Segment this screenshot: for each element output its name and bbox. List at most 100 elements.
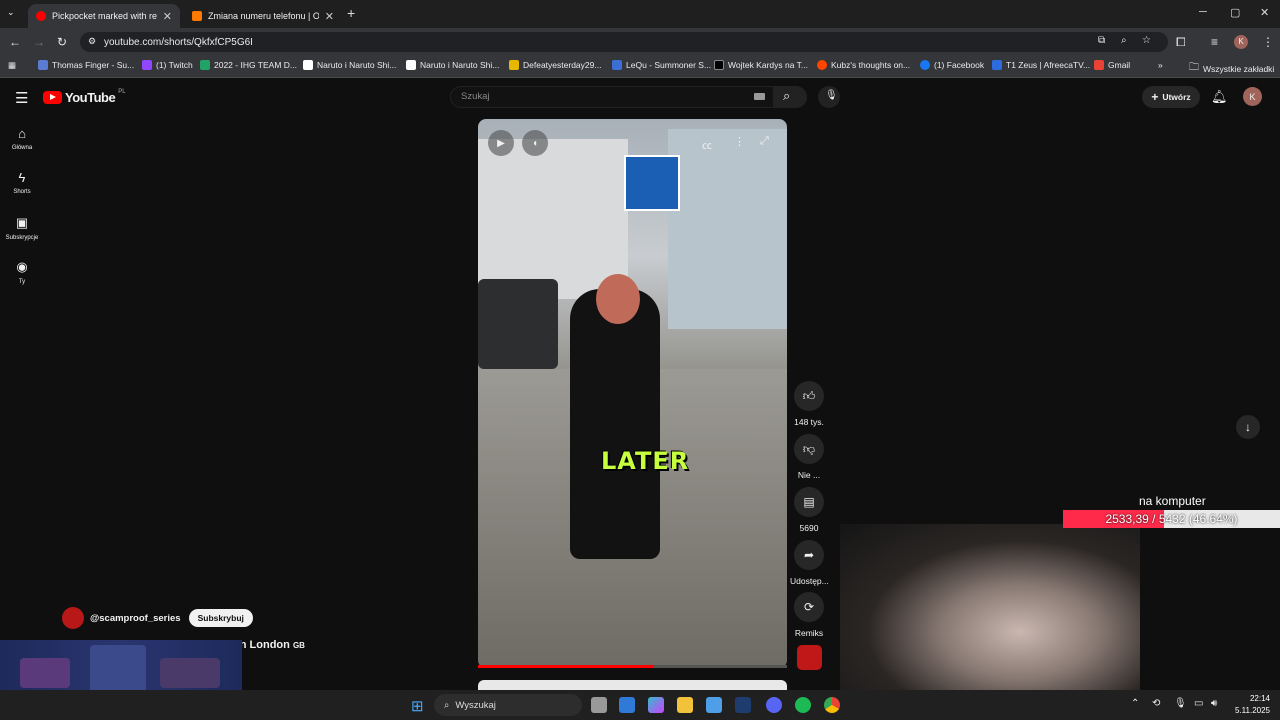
chrome-icon[interactable] (824, 697, 840, 713)
network-icon[interactable]: ▭ (1194, 698, 1203, 709)
forward-icon[interactable]: → (33, 35, 45, 49)
video-progress-bar[interactable] (478, 665, 787, 668)
share-button[interactable]: ➦ Udostęp... (790, 540, 829, 586)
tray-overflow-icon[interactable]: ⌃ (1131, 698, 1139, 709)
channel-avatar[interactable] (62, 607, 84, 629)
clock-time: 22:14 (1249, 694, 1270, 703)
search-icon: ⌕ (783, 88, 791, 103)
donation-goal-label: na komputer (1139, 494, 1206, 508)
keyboard-icon[interactable] (754, 93, 765, 100)
close-tab-icon[interactable]: ✕ (163, 10, 172, 23)
dislike-label: Nie ... (797, 470, 821, 480)
sidebar-item-you[interactable]: ◉ Ty (0, 259, 44, 285)
outlook-icon[interactable] (619, 697, 635, 713)
microsoft-store-icon[interactable] (706, 697, 722, 713)
bookmark-item[interactable]: T1 Zeus | AfreecaTV... (992, 60, 1090, 70)
search-placeholder: Szukaj (461, 91, 490, 102)
back-icon[interactable]: ← (9, 35, 21, 49)
windows-start-icon[interactable]: ⊞ (411, 697, 424, 715)
site-info-icon[interactable]: ⚙ (88, 36, 96, 47)
bookmark-item[interactable]: Kubz's thoughts on... (817, 60, 910, 70)
sidebar-item-subscriptions[interactable]: ▣ Subskrypcje (0, 215, 44, 241)
extensions-icon[interactable]: ⧠ (1176, 35, 1186, 49)
sidebar-item-home[interactable]: ⌂ Główna (0, 126, 44, 151)
search-button[interactable]: ⌕ (773, 86, 807, 108)
url-text: youtube.com/shorts/QkfxfCP5G6I (104, 36, 253, 48)
zoom-icon[interactable]: ⌕ (1121, 35, 1127, 46)
home-icon: ⌂ (18, 126, 26, 141)
like-button[interactable]: 👍︎ 148 tys. (790, 381, 828, 427)
profile-avatar[interactable]: K (1234, 35, 1248, 49)
reload-icon[interactable]: ↻ (57, 35, 67, 49)
bookmark-item[interactable]: Naruto i Naruto Shi... (406, 60, 499, 70)
notifications-bell-icon[interactable]: 🔔︎ (1211, 89, 1228, 105)
account-avatar[interactable]: K (1243, 87, 1262, 106)
volume-button[interactable]: ◖ (522, 130, 548, 156)
install-app-icon[interactable]: ⧉ (1098, 35, 1105, 46)
bookmark-item[interactable]: Defeatyesterday29... (509, 60, 601, 70)
apps-grid-icon[interactable]: ▦ (8, 60, 16, 71)
fullscreen-icon[interactable]: ⤢ (760, 135, 769, 148)
minimize-icon[interactable]: ─ (1199, 6, 1207, 18)
maximize-icon[interactable]: ▢ (1230, 6, 1240, 19)
bookmark-item[interactable]: (1) Twitch (142, 60, 193, 70)
road-sign (624, 155, 680, 211)
comments-button[interactable]: ▤ 5690 (790, 487, 828, 533)
bookmark-item[interactable]: Gmail (1094, 60, 1130, 70)
close-tab-icon[interactable]: ✕ (325, 10, 334, 23)
channel-name[interactable]: @scamproof_series (90, 613, 181, 624)
play-button[interactable]: ▶ (488, 130, 514, 156)
steam-icon[interactable] (735, 697, 751, 713)
you-icon: ◉ (16, 259, 28, 274)
taskbar-search[interactable]: ⌕ Wyszukaj (434, 694, 582, 716)
sidebar-item-shorts[interactable]: ϟ Shorts (0, 170, 44, 195)
hamburger-menu-icon[interactable]: ☰ (15, 89, 28, 107)
bookmark-item[interactable]: Thomas Finger - Su... (38, 60, 134, 70)
youtube-logo[interactable]: YouTube PL (43, 89, 126, 105)
media-control-icon[interactable]: ≡ (1211, 35, 1218, 49)
next-short-preview[interactable] (478, 680, 787, 690)
bookmark-item[interactable]: Wojtek Kardys na T... (714, 60, 808, 70)
more-options-icon[interactable]: ⋮ (734, 135, 745, 148)
folder-icon: 🗀 (1189, 62, 1199, 73)
bookmark-label: Wszystkie zakładki (1203, 63, 1275, 74)
tab-search-icon[interactable]: ⌄ (7, 7, 15, 18)
mic-icon: 🎙 (825, 90, 838, 101)
close-window-icon[interactable]: ✕ (1260, 6, 1269, 19)
remix-label: Remiks (794, 628, 824, 638)
file-explorer-icon[interactable] (677, 697, 693, 713)
bookmark-item[interactable]: 2022 - IHG TEAM D... (200, 60, 297, 70)
bookmark-item[interactable]: LeQu - Summoner S... (612, 60, 711, 70)
subscribe-button[interactable]: Subskrybuj (188, 609, 253, 627)
copilot-icon[interactable] (648, 697, 664, 713)
sound-thumbnail[interactable] (797, 645, 822, 670)
tab-orange[interactable]: Zmiana numeru telefonu | Oran ✕ (184, 4, 342, 28)
menu-icon[interactable]: ⋮ (1262, 35, 1274, 49)
video-caption-overlay: LATER (601, 447, 690, 475)
bookmark-item[interactable]: Naruto i Naruto Shi... (303, 60, 396, 70)
discord-icon[interactable] (766, 697, 782, 713)
address-bar[interactable]: ⚙ youtube.com/shorts/QkfxfCP5G6I ⧉ ⌕ ☆ (80, 32, 1168, 52)
afreeca-icon (992, 60, 1002, 70)
microphone-tray-icon[interactable]: 🎙 (1174, 698, 1187, 709)
taskbar-clock[interactable]: 22:14 5.11.2025 (1228, 693, 1270, 717)
search-input[interactable]: Szukaj (450, 86, 776, 108)
wikipedia-icon (303, 60, 313, 70)
tab-youtube[interactable]: Pickpocket marked with red pa ✕ (28, 4, 180, 28)
remix-button[interactable]: ⟳ Remiks (790, 592, 828, 638)
next-short-button[interactable]: ↓ (1236, 415, 1260, 439)
voice-search-button[interactable]: 🎙 (818, 86, 840, 108)
task-view-icon[interactable] (591, 697, 607, 713)
new-tab-icon[interactable]: + (347, 5, 355, 21)
captions-icon[interactable]: ㏄ (702, 137, 712, 152)
create-button[interactable]: + Utwórz (1142, 86, 1200, 108)
bookmark-item[interactable]: (1) Facebook (920, 60, 984, 70)
all-bookmarks[interactable]: 🗀 Wszystkie zakładki (1189, 60, 1274, 77)
spotify-icon[interactable] (795, 697, 811, 713)
dislike-button[interactable]: 👎︎ Nie ... (790, 434, 828, 480)
short-video-player[interactable]: ▶ ◖ ㏄ ⋮ ⤢ (478, 119, 787, 668)
volume-tray-icon[interactable]: 🔊︎ (1211, 698, 1217, 709)
bookmark-star-icon[interactable]: ☆ (1142, 35, 1151, 46)
more-bookmarks-icon[interactable]: » (1158, 60, 1163, 70)
sync-icon[interactable]: ⟲ (1152, 698, 1160, 709)
